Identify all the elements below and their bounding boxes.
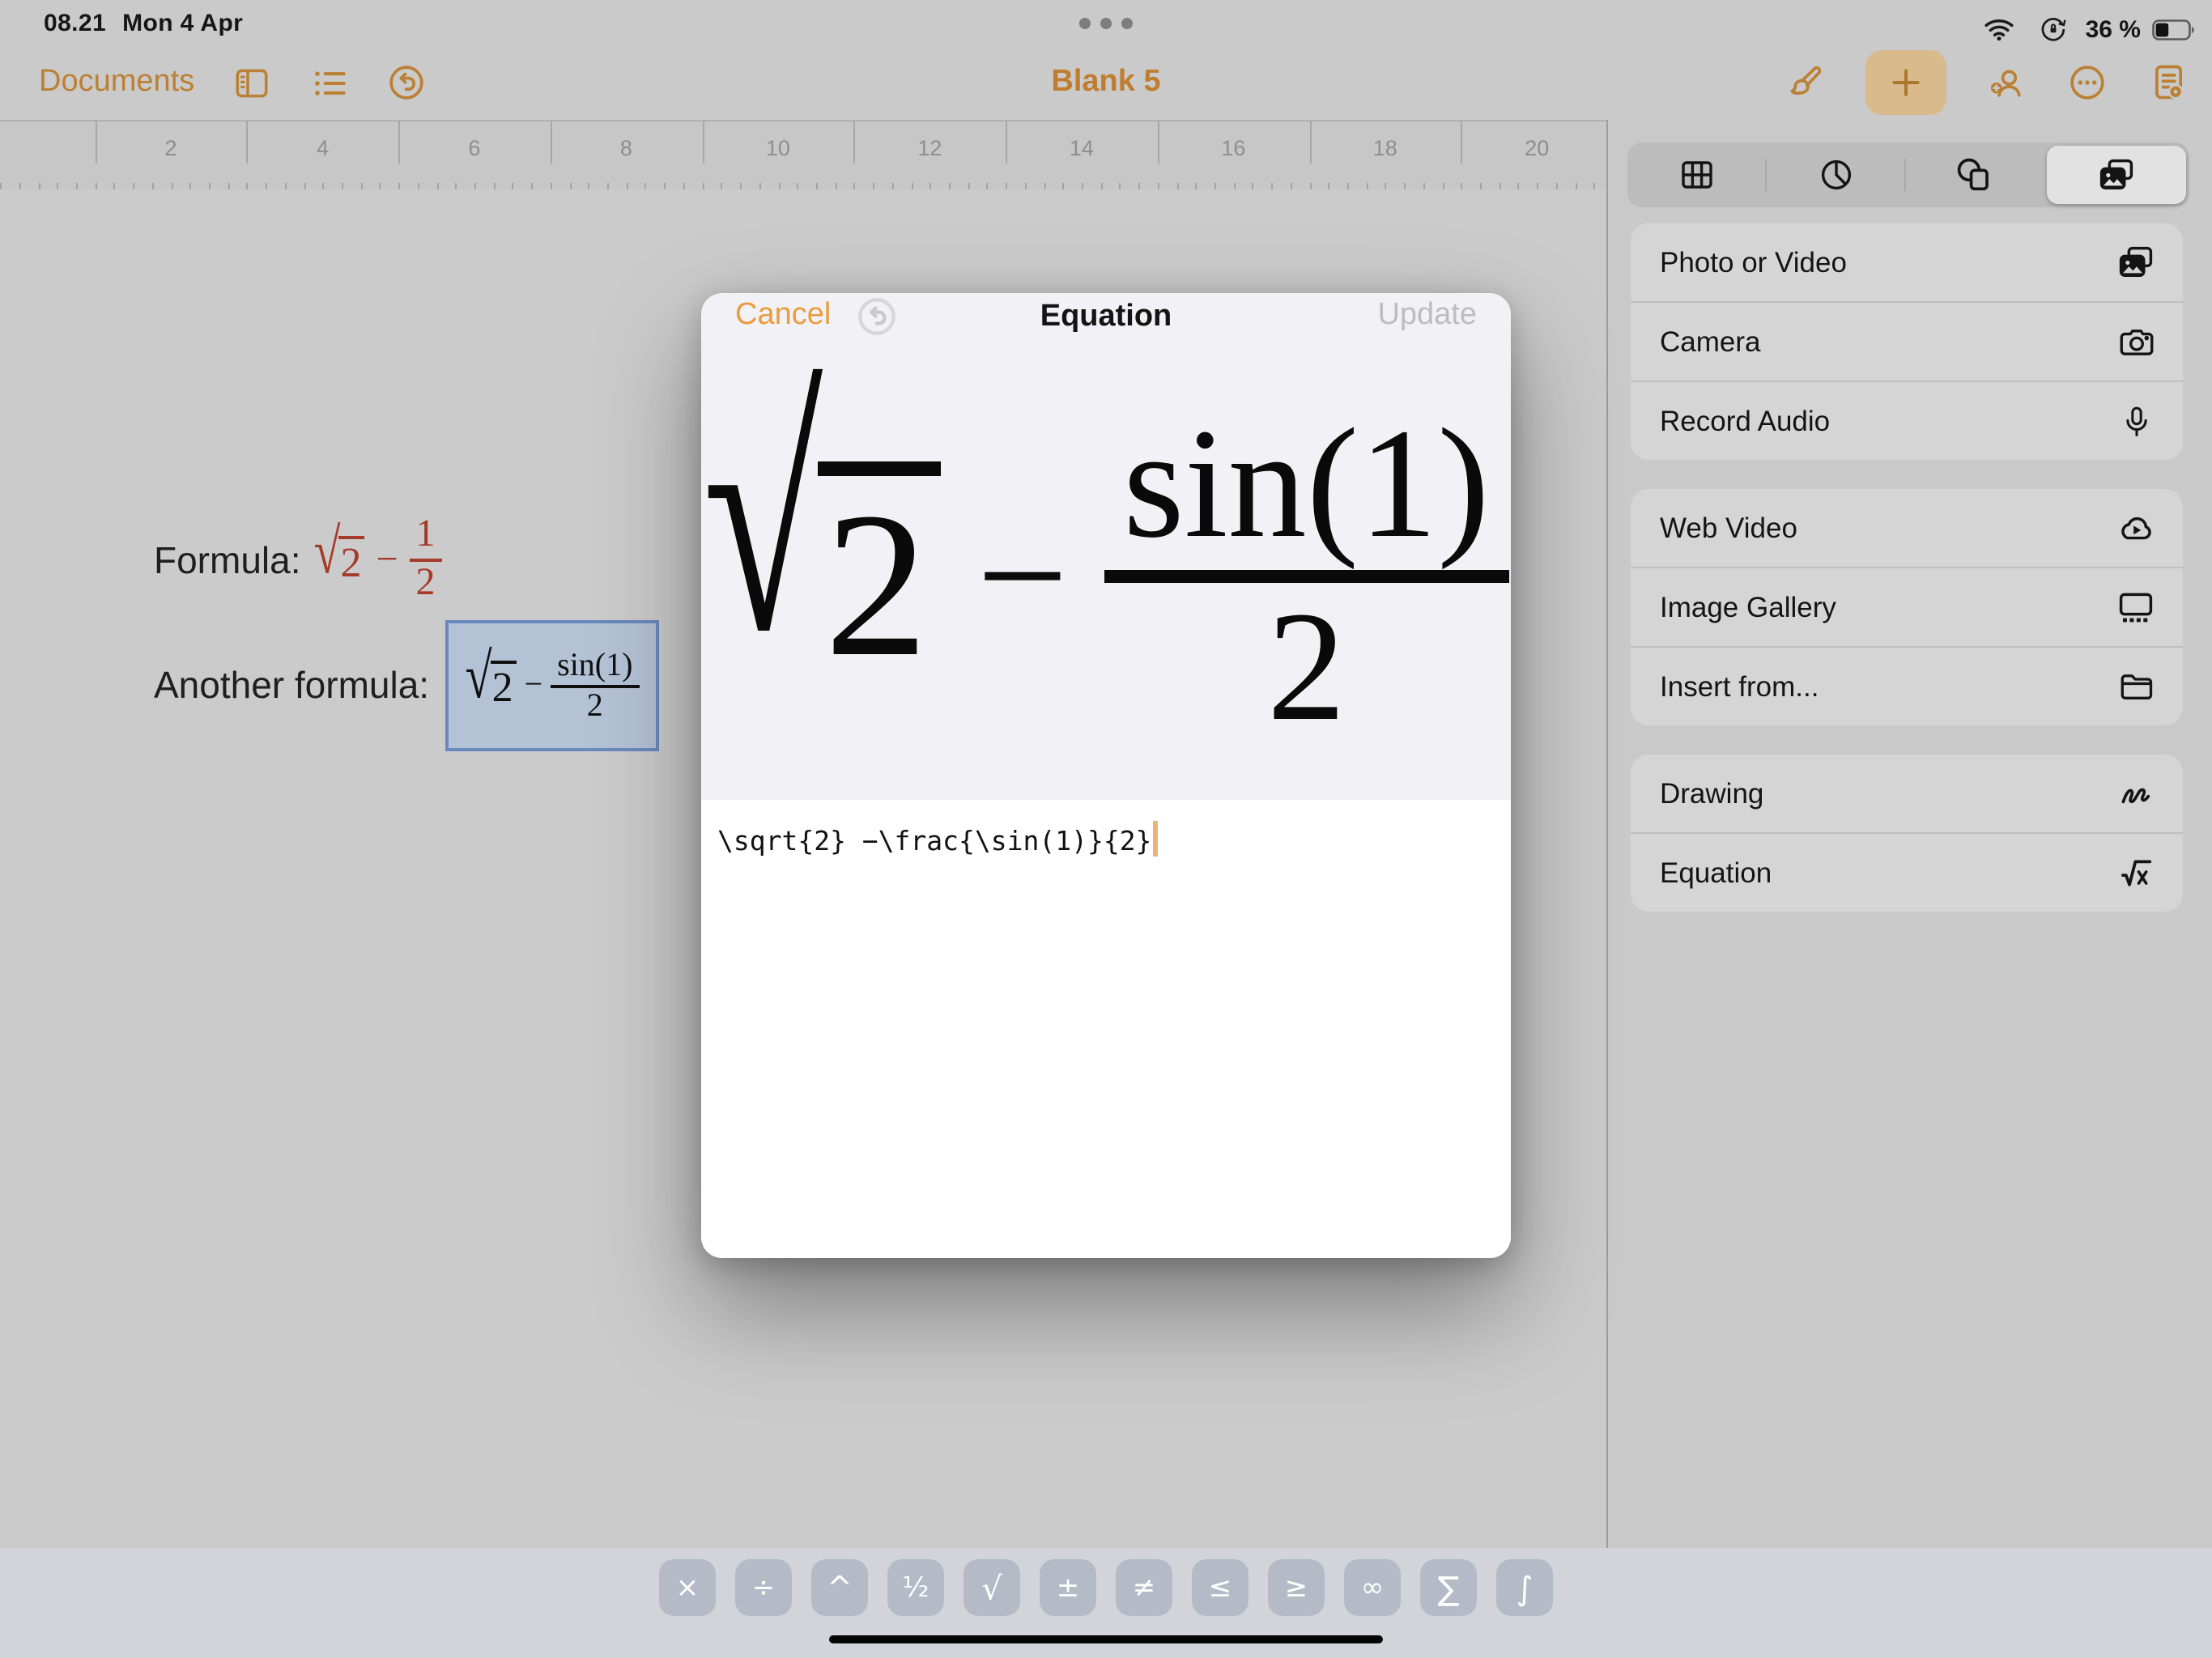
math-key[interactable]: ∫ bbox=[1497, 1559, 1553, 1616]
math-key[interactable]: × bbox=[660, 1559, 716, 1616]
math-key[interactable]: ∑ bbox=[1421, 1559, 1477, 1616]
math-keyboard-bar: × ÷ ^ ½ √ ± ≠ ≤ ≥ ∞ ∑ ∫ bbox=[0, 1548, 2212, 1658]
insert-tabs bbox=[1627, 142, 2189, 207]
sidebar-item-label: Record Audio bbox=[1660, 404, 2115, 438]
rotation-lock-icon bbox=[2032, 8, 2074, 50]
gallery-icon bbox=[2115, 586, 2157, 628]
status-bar: 08.21 Mon 4 Apr 36 % bbox=[0, 0, 2212, 45]
formula-2-equation: √2 − sin(1)2 bbox=[466, 647, 640, 725]
radical-sign: √ bbox=[466, 651, 492, 705]
collaborate-icon[interactable] bbox=[1985, 62, 2027, 104]
math-key[interactable]: ÷ bbox=[736, 1559, 792, 1616]
math-key[interactable]: ½ bbox=[888, 1559, 944, 1616]
ruler-number: 16 bbox=[1221, 136, 1245, 160]
latex-source-text[interactable]: \sqrt{2} −\frac{\sin(1)}{2} bbox=[717, 826, 1151, 857]
formula-2-label[interactable]: Another formula: bbox=[154, 664, 429, 708]
status-time-date: 08.21 Mon 4 Apr bbox=[44, 10, 243, 37]
home-indicator[interactable] bbox=[829, 1635, 1383, 1643]
math-key[interactable]: ^ bbox=[812, 1559, 868, 1616]
equation-preview: √2 − sin(1)2 bbox=[701, 351, 1511, 800]
sidebar-item-insert-from[interactable]: Insert from... bbox=[1631, 646, 2183, 725]
tab-chart[interactable] bbox=[1767, 142, 1906, 207]
battery-icon bbox=[2152, 19, 2196, 40]
sidebar-item-equation[interactable]: Equation bbox=[1631, 832, 2183, 912]
more-icon[interactable] bbox=[2066, 62, 2108, 104]
clock: 08.21 bbox=[44, 10, 106, 37]
ruler-number: 4 bbox=[317, 136, 329, 160]
tab-table[interactable] bbox=[1627, 142, 1767, 207]
date: Mon 4 Apr bbox=[122, 10, 243, 37]
sidebar-item-drawing[interactable]: Drawing bbox=[1631, 755, 2183, 832]
formula-line-1[interactable]: Formula: √2 − 12 bbox=[154, 495, 442, 625]
shape-icon bbox=[1954, 154, 1996, 196]
pages-app: 08.21 Mon 4 Apr 36 % bbox=[0, 0, 2212, 1658]
sidebar-item-label: Web Video bbox=[1660, 511, 2115, 545]
ruler-number: 8 bbox=[620, 136, 632, 160]
math-key[interactable]: ≤ bbox=[1193, 1559, 1249, 1616]
battery-percent: 36 % bbox=[2086, 15, 2141, 43]
rendered-equation: √2 − sin(1)2 bbox=[703, 400, 1509, 752]
multitask-dots bbox=[1079, 18, 1133, 29]
update-button[interactable]: Update bbox=[1377, 298, 1477, 334]
ruler-number: 10 bbox=[766, 136, 790, 160]
sidebar-group: Drawing Equation bbox=[1631, 755, 2183, 912]
camera-icon bbox=[2115, 321, 2157, 363]
sidebar-item-label: Equation bbox=[1660, 856, 2115, 890]
add-icon bbox=[1885, 62, 1927, 104]
ruler-number: 14 bbox=[1070, 136, 1094, 160]
formula-1-equation[interactable]: √2 − 12 bbox=[314, 514, 442, 606]
math-key[interactable]: ± bbox=[1040, 1559, 1096, 1616]
sidebar-item-camera[interactable]: Camera bbox=[1631, 301, 2183, 380]
app-toolbar: Documents bbox=[0, 45, 2212, 120]
ruler-number: 20 bbox=[1525, 136, 1549, 160]
math-key[interactable]: √ bbox=[964, 1559, 1020, 1616]
reader-view-icon[interactable] bbox=[2147, 62, 2189, 104]
tab-shape[interactable] bbox=[1905, 142, 2044, 207]
math-key[interactable]: ≠ bbox=[1117, 1559, 1172, 1616]
insert-sidebar: Photo or Video Camera Record Audio Web Vide… bbox=[1606, 120, 2212, 1548]
formula-1-label[interactable]: Formula: bbox=[154, 538, 301, 582]
sidebar-item-label: Insert from... bbox=[1660, 670, 2115, 704]
scribble-icon bbox=[2115, 772, 2157, 814]
formula-line-2[interactable]: Another formula: √2 − sin(1)2 bbox=[154, 620, 659, 751]
ruler-number: 18 bbox=[1373, 136, 1397, 160]
sidebar-group: Web Video Image Gallery Insert from... bbox=[1631, 489, 2183, 725]
sqrt-x-icon bbox=[2115, 852, 2157, 894]
sidebar-item-photo-or-video[interactable]: Photo or Video bbox=[1631, 223, 2183, 301]
cloud-play-icon bbox=[2115, 507, 2157, 549]
equation-modal: Cancel Equation Update √2 − sin(1)2 \sqr… bbox=[701, 293, 1511, 1258]
ruler-number: 6 bbox=[468, 136, 480, 160]
sidebar-group: Photo or Video Camera Record Audio bbox=[1631, 223, 2183, 460]
sidebar-item-web-video[interactable]: Web Video bbox=[1631, 489, 2183, 567]
radical-sign: √ bbox=[703, 388, 823, 657]
selected-equation-object[interactable]: √2 − sin(1)2 bbox=[445, 620, 659, 751]
latex-source-field[interactable]: \sqrt{2} −\frac{\sin(1)}{2} bbox=[701, 800, 1511, 1258]
sidebar-item-label: Image Gallery bbox=[1660, 590, 2115, 624]
media-icon bbox=[2095, 154, 2138, 196]
add-button[interactable] bbox=[1865, 50, 1946, 115]
paintbrush-icon[interactable] bbox=[1784, 62, 1827, 104]
sidebar-item-label: Drawing bbox=[1660, 776, 2115, 810]
document-title: Blank 5 bbox=[1051, 65, 1160, 100]
wifi-icon bbox=[1979, 8, 2021, 50]
radical-sign: √ bbox=[314, 525, 341, 580]
ruler-number: 2 bbox=[164, 136, 177, 160]
math-key[interactable]: ≥ bbox=[1269, 1559, 1325, 1616]
sidebar-item-label: Camera bbox=[1660, 325, 2115, 359]
table-icon bbox=[1678, 155, 1716, 194]
tab-media[interactable] bbox=[2048, 146, 2187, 204]
folder-icon bbox=[2115, 665, 2157, 708]
chart-icon bbox=[1816, 155, 1855, 194]
sidebar-item-image-gallery[interactable]: Image Gallery bbox=[1631, 567, 2183, 646]
photos-icon bbox=[2115, 241, 2157, 283]
mic-icon bbox=[2115, 400, 2157, 442]
math-key[interactable]: ∞ bbox=[1345, 1559, 1401, 1616]
ruler-number: 12 bbox=[917, 136, 942, 160]
ruler: 2 4 6 8 10 12 14 16 18 20 bbox=[0, 120, 1606, 193]
sidebar-item-record-audio[interactable]: Record Audio bbox=[1631, 380, 2183, 460]
text-cursor bbox=[1153, 821, 1157, 857]
sidebar-item-label: Photo or Video bbox=[1660, 245, 2115, 279]
